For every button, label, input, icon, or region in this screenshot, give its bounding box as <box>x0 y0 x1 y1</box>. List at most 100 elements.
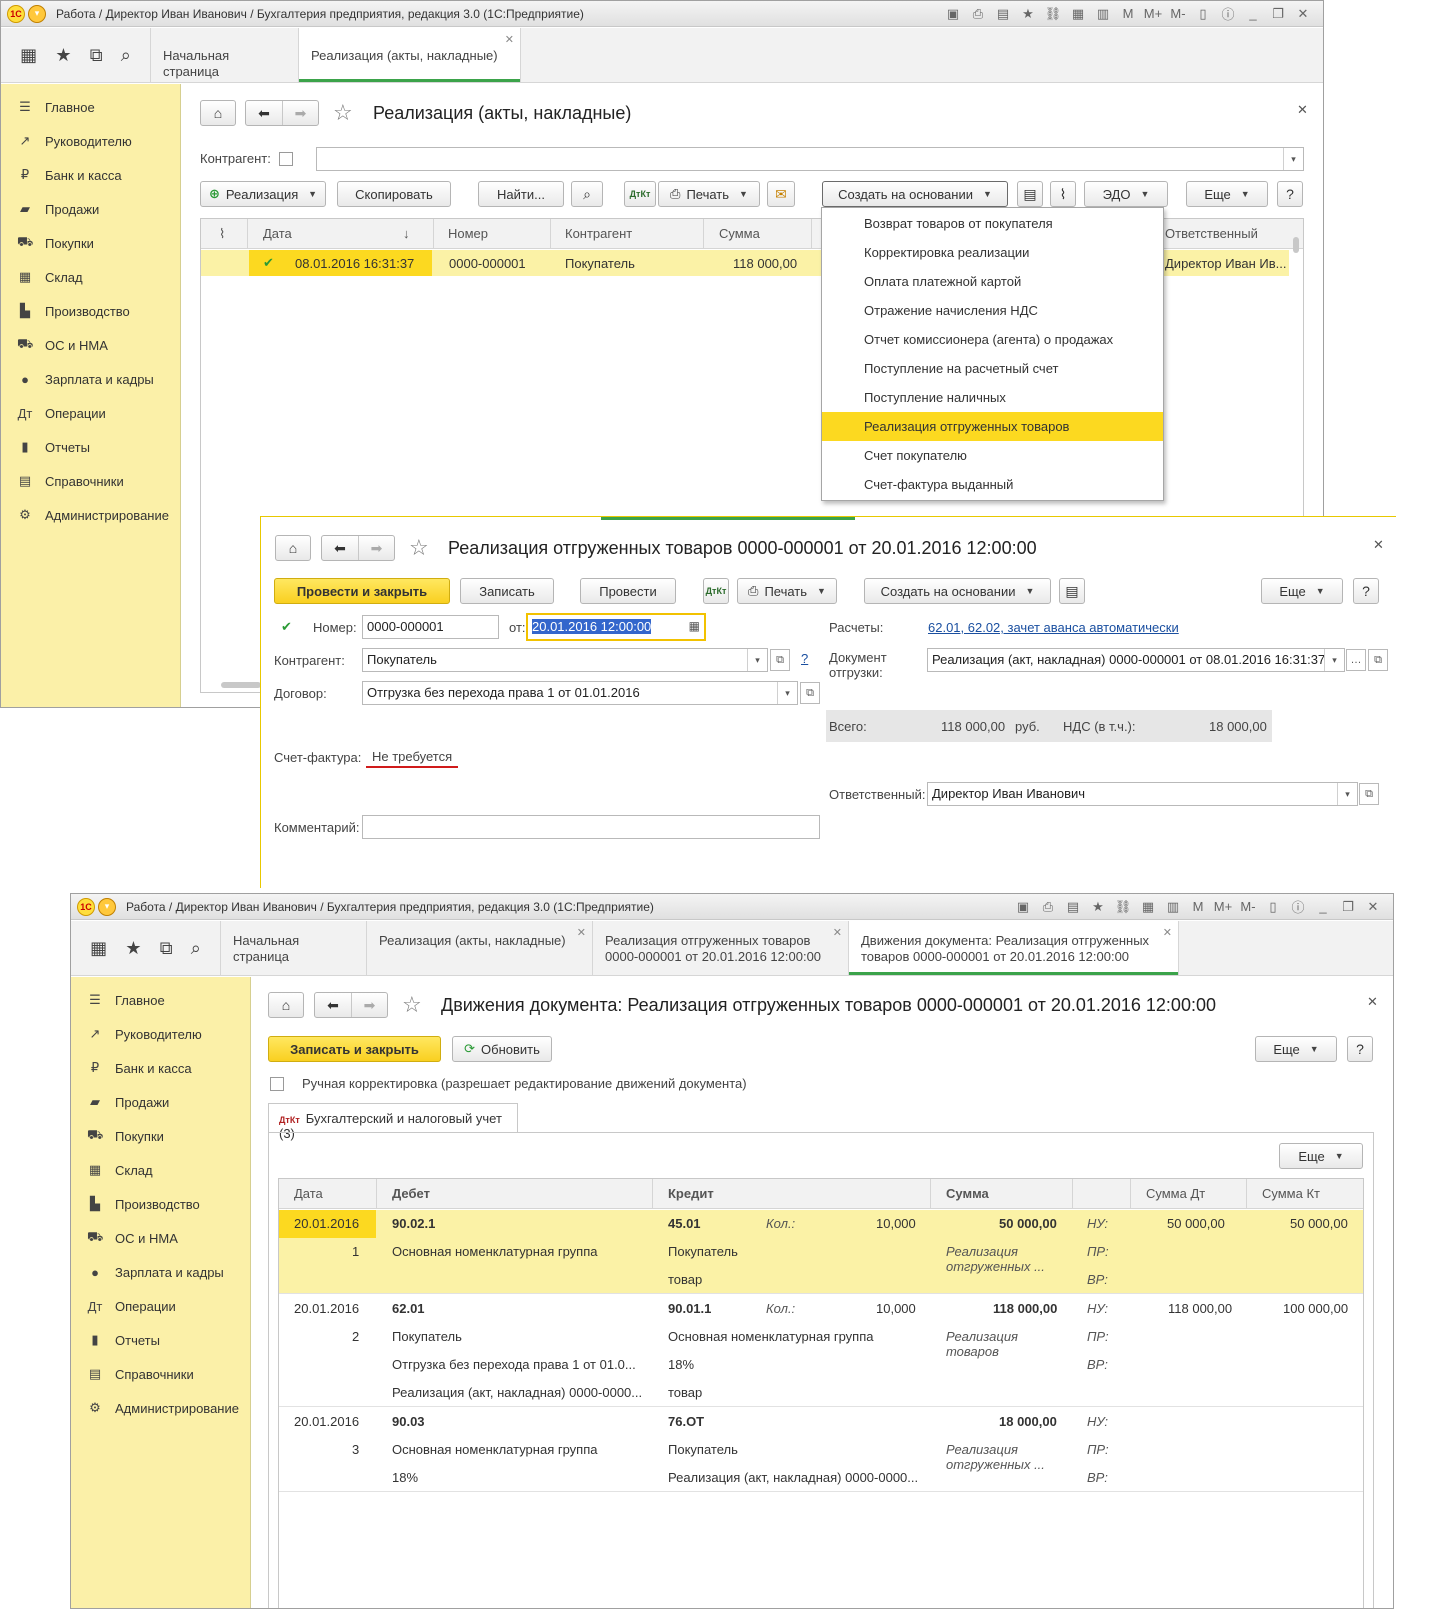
table-row[interactable]: 20.01.2016 3 90.03 Основная номенклатурн… <box>279 1408 1363 1492</box>
menu-item-cash-receipt[interactable]: Поступление наличных <box>822 383 1163 412</box>
menu-item-return[interactable]: Возврат товаров от покупателя <box>822 209 1163 238</box>
forward-icon[interactable]: ➡ <box>358 536 394 560</box>
calculator-icon[interactable]: ▦ <box>1138 899 1158 915</box>
minimize-icon[interactable]: _ <box>1243 6 1263 21</box>
tab-movements[interactable]: Движения документа: Реализация отгруженн… <box>849 921 1179 975</box>
preview-icon[interactable]: ▤ <box>1063 899 1083 915</box>
shipment-doc-open-button[interactable]: ⧉ <box>1368 649 1388 671</box>
attach-button[interactable]: ⌇ <box>1050 181 1076 207</box>
col-credit[interactable]: Кредит <box>668 1186 714 1201</box>
post-and-close-button[interactable]: Провести и закрыть <box>274 578 450 604</box>
preview-icon[interactable]: ▤ <box>993 6 1013 22</box>
calendar-icon[interactable]: ▥ <box>1163 899 1183 915</box>
forward-icon[interactable]: ➡ <box>351 993 387 1017</box>
sidebar-item-operations[interactable]: Дт Операции <box>71 1289 250 1323</box>
create-basis-button[interactable]: Создать на основании ▼ <box>822 181 1008 207</box>
post-button[interactable]: Провести <box>580 578 676 604</box>
close-tab-icon[interactable]: ✕ <box>1163 925 1172 941</box>
sidebar-item-bank[interactable]: ₽ Банк и касса <box>1 158 180 192</box>
minimize-icon[interactable]: _ <box>1313 899 1333 914</box>
menu-item-shipped-goods[interactable]: Реализация отгруженных товаров <box>822 412 1163 441</box>
sidebar-item-production[interactable]: ▙ Производство <box>1 294 180 328</box>
search-icon[interactable]: ⌕ <box>191 938 201 959</box>
close-window-icon[interactable]: ✕ <box>1293 6 1313 22</box>
apps-grid-icon[interactable]: ▦ <box>20 45 37 66</box>
sidebar-item-manager[interactable]: ↗ Руководителю <box>71 1017 250 1051</box>
attachment-column-icon[interactable]: ⌇ <box>219 226 225 242</box>
menu-item-vat[interactable]: Отражение начисления НДС <box>822 296 1163 325</box>
menu-item-agent-report[interactable]: Отчет комиссионера (агента) о продажах <box>822 325 1163 354</box>
print-button[interactable]: ⎙ Печать ▼ <box>658 181 760 207</box>
more-button[interactable]: Еще ▼ <box>1186 181 1268 207</box>
print-icon[interactable]: ⎙ <box>1038 899 1058 915</box>
back-icon[interactable]: ⬅ <box>322 536 358 560</box>
col-date[interactable]: Дата <box>263 226 292 241</box>
email-button[interactable]: ✉ <box>767 181 795 207</box>
sidebar-item-sales[interactable]: ▰ Продажи <box>1 192 180 226</box>
main-menu-icon[interactable]: ▾ <box>28 4 46 23</box>
sidebar-item-warehouse[interactable]: ▦ Склад <box>71 1153 250 1187</box>
close-tab-icon[interactable]: ✕ <box>577 925 586 941</box>
close-window-icon[interactable]: ✕ <box>1363 899 1383 915</box>
document-button[interactable]: ▤ <box>1059 578 1085 604</box>
sidebar-item-sales[interactable]: ▰ Продажи <box>71 1085 250 1119</box>
menu-item-invoice[interactable]: Счет покупателю <box>822 441 1163 470</box>
col-date[interactable]: Дата <box>294 1186 323 1201</box>
table-row[interactable]: 20.01.2016 2 62.01 Покупатель Отгрузка б… <box>279 1295 1363 1407</box>
table-row[interactable]: 20.01.2016 1 90.02.1 Основная номенклату… <box>279 1210 1363 1294</box>
main-menu-icon[interactable]: ▾ <box>98 897 116 916</box>
save-and-close-button[interactable]: Записать и закрыть <box>268 1036 441 1062</box>
shipment-doc-select-button[interactable]: … <box>1346 649 1366 671</box>
maximize-icon[interactable]: ❐ <box>1338 899 1358 915</box>
col-number[interactable]: Номер <box>448 226 488 241</box>
favorites-icon[interactable]: ★ <box>55 45 71 66</box>
dropdown-icon[interactable]: ▾ <box>747 649 767 671</box>
tab-home[interactable]: Начальная страница <box>151 28 299 82</box>
dogovor-input[interactable]: Отгрузка без перехода права 1 от 01.01.2… <box>362 681 798 705</box>
col-kontragent[interactable]: Контрагент <box>565 226 632 241</box>
col-sum[interactable]: Сумма <box>719 226 760 241</box>
favorite-add-icon[interactable]: ★ <box>1088 899 1108 915</box>
home-button[interactable]: ⌂ <box>268 992 304 1018</box>
dropdown-icon[interactable]: ▾ <box>1337 783 1357 805</box>
kontragent-help-icon[interactable]: ? <box>801 651 808 666</box>
tab-sales[interactable]: Реализация (акты, накладные) ✕ <box>367 921 593 975</box>
link-icon[interactable]: ⛓ <box>1113 899 1133 915</box>
home-button[interactable]: ⌂ <box>200 100 236 126</box>
invoice-value[interactable]: Не требуется <box>366 749 459 768</box>
save-button[interactable]: Записать <box>460 578 554 604</box>
print-button[interactable]: ⎙ Печать ▼ <box>737 578 837 604</box>
tab-shipped-goods[interactable]: Реализация отгруженных товаров 0000-00000… <box>593 921 849 975</box>
raschety-link[interactable]: 62.01, 62.02, зачет аванса автоматически <box>928 620 1179 635</box>
create-basis-button[interactable]: Создать на основании ▼ <box>864 578 1051 604</box>
dogovor-open-button[interactable]: ⧉ <box>800 682 820 704</box>
find-clear-button[interactable]: ⌕ <box>571 181 603 207</box>
menu-item-bank-receipt[interactable]: Поступление на расчетный счет <box>822 354 1163 383</box>
sidebar-item-salary[interactable]: ● Зарплата и кадры <box>71 1255 250 1289</box>
sidebar-item-assets[interactable]: ⛟ ОС и НМА <box>1 328 180 362</box>
help-button[interactable]: ? <box>1347 1036 1373 1062</box>
menu-item-correction[interactable]: Корректировка реализации <box>822 238 1163 267</box>
dtkt-button[interactable]: ДтКт <box>624 181 656 207</box>
memory-m-icon[interactable]: M <box>1188 899 1208 914</box>
responsible-input[interactable]: Директор Иван Иванович ▾ <box>927 782 1358 806</box>
close-form-icon[interactable]: ✕ <box>1297 102 1308 118</box>
tab-sales[interactable]: Реализация (акты, накладные) ✕ <box>299 28 521 82</box>
info-icon[interactable]: ⓘ <box>1288 897 1308 916</box>
sidebar-item-warehouse[interactable]: ▦ Склад <box>1 260 180 294</box>
back-icon[interactable]: ⬅ <box>315 993 351 1017</box>
comment-input[interactable] <box>362 815 820 839</box>
memory-mplus-icon[interactable]: M+ <box>1213 899 1233 914</box>
edo-button[interactable]: ЭДО ▼ <box>1084 181 1168 207</box>
save-icon[interactable]: ▣ <box>943 6 963 22</box>
sidebar-item-main[interactable]: ☰ Главное <box>1 90 180 124</box>
col-sum-dt[interactable]: Сумма Дт <box>1146 1186 1205 1201</box>
search-icon[interactable]: ⌕ <box>121 45 131 66</box>
close-tab-icon[interactable]: ✕ <box>505 32 514 48</box>
sidebar-item-purchases[interactable]: ⛟ Покупки <box>71 1119 250 1153</box>
sidebar-item-main[interactable]: ☰ Главное <box>71 983 250 1017</box>
link-icon[interactable]: ⛓ <box>1043 6 1063 22</box>
memory-m-icon[interactable]: M <box>1118 6 1138 21</box>
calculator-icon[interactable]: ▦ <box>1068 6 1088 22</box>
print-icon[interactable]: ⎙ <box>968 6 988 22</box>
